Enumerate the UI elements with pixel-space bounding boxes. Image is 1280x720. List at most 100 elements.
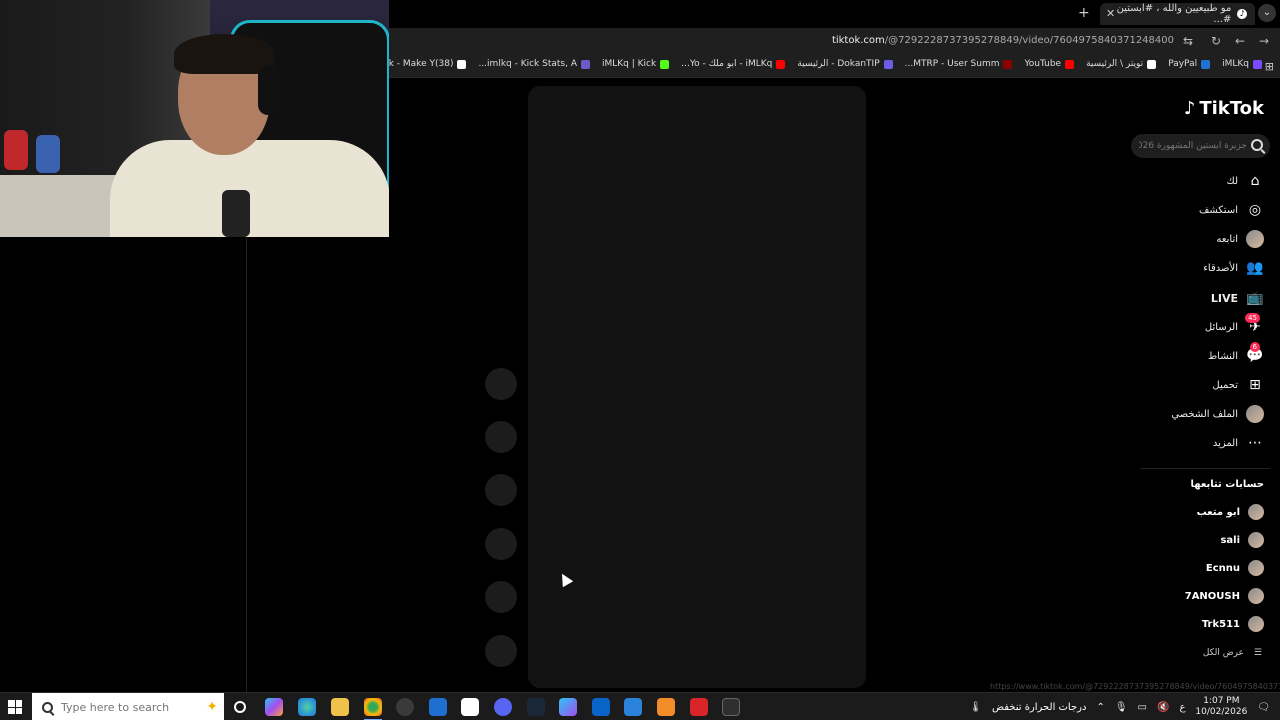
sidebar-item-8[interactable]: ⊞ تحميل xyxy=(1212,376,1264,394)
sidebar-item-5[interactable]: 📺 LIVE xyxy=(1211,289,1264,307)
search-icon[interactable] xyxy=(1251,139,1263,151)
bookmark-item[interactable]: DokanTIP - الرئيسية xyxy=(797,59,893,69)
following-account[interactable]: 7ANOUSH xyxy=(1185,588,1264,604)
thermometer-icon: 🌡 xyxy=(969,701,982,713)
file-explorer-icon[interactable] xyxy=(331,698,349,716)
divider-line xyxy=(246,237,247,692)
task-view-icon[interactable] xyxy=(234,701,246,713)
messages-icon: ✈ 45 xyxy=(1245,313,1264,336)
bookmark-favicon-icon xyxy=(1065,59,1075,69)
bookmark-item[interactable]: MTRP - User Summ... xyxy=(905,59,1013,69)
video-player[interactable] xyxy=(528,86,866,688)
network-icon[interactable]: ▭ xyxy=(1138,702,1147,713)
copilot-app-icon[interactable] xyxy=(265,698,283,716)
following-account[interactable]: sali xyxy=(1220,532,1264,548)
app-icon[interactable] xyxy=(722,698,740,716)
reload-icon[interactable]: ↻ xyxy=(1208,34,1224,48)
sidebar-item-label: استكشف xyxy=(1199,204,1238,216)
see-all-label: عرض الكل xyxy=(1202,648,1244,658)
volume-muted-icon[interactable]: 🔇 xyxy=(1157,702,1169,713)
following-account[interactable]: Ecnnu xyxy=(1206,560,1264,576)
headset xyxy=(258,65,280,115)
notification-badge: 45 xyxy=(1245,313,1260,323)
clock[interactable]: 1:07 PM 10/02/2026 xyxy=(1195,696,1247,718)
system-tray: 🗨 1:07 PM 10/02/2026 ع 🔇 ▭ 🎙 ⌃ درجات الح… xyxy=(969,693,1280,720)
back-icon[interactable]: ← xyxy=(1232,34,1248,48)
sidebar-item-9[interactable]: الملف الشخصي xyxy=(1171,405,1264,423)
url-host: tiktok.com xyxy=(831,35,885,46)
active-tab[interactable]: ♪ مو طبيعيين والله ، #ابستين #... ✕ xyxy=(1100,3,1255,25)
bookmark-favicon-icon xyxy=(883,59,893,69)
weather-text[interactable]: درجات الحرارة تنخفض xyxy=(992,702,1087,713)
apps-grid-icon[interactable]: ⊞ xyxy=(1265,60,1274,73)
search-box[interactable] xyxy=(1131,134,1270,158)
bookmark-favicon-icon xyxy=(1147,59,1157,69)
bookmark-label: PayPal xyxy=(1168,59,1198,69)
site-settings-icon[interactable]: ⇆ xyxy=(1180,34,1196,48)
share-button[interactable] xyxy=(485,528,517,560)
avatar xyxy=(1248,504,1264,520)
bookmark-item[interactable]: iMLKq - ابو ملك - Yo... xyxy=(681,59,786,69)
like-button[interactable] xyxy=(485,368,517,400)
following-account[interactable]: ابو متعب xyxy=(1197,504,1264,520)
bookmark-item[interactable]: PayPal xyxy=(1168,59,1211,69)
copilot-sparkle-icon: ✦ xyxy=(206,699,218,715)
bookmark-favicon-icon xyxy=(581,59,590,69)
tab-search-menu-button[interactable]: ⌄ xyxy=(1258,4,1276,22)
edge-app-icon[interactable] xyxy=(298,698,316,716)
more-actions-button[interactable] xyxy=(485,581,517,613)
bookmark-label: YouTube xyxy=(1024,59,1062,69)
sidebar-item-4[interactable]: 👥 الأصدقاء xyxy=(1203,259,1264,277)
bookmark-label: DokanTIP - الرئيسية xyxy=(797,59,880,69)
tiktok-logo-text: TikTok xyxy=(1199,98,1264,119)
microphone-icon[interactable]: 🎙 xyxy=(1115,702,1128,713)
following-account-name: sali xyxy=(1220,534,1240,546)
windows-start-icon[interactable] xyxy=(8,700,22,714)
comment-button[interactable] xyxy=(485,421,517,453)
taskbar-search-input[interactable] xyxy=(61,700,171,714)
compass-icon: ◎ xyxy=(1246,201,1264,219)
tiktok-logo[interactable]: ♪ TikTok xyxy=(1184,98,1264,119)
forward-icon[interactable]: → xyxy=(1256,34,1272,48)
bookmark-item[interactable]: تويتر \ الرئيسية xyxy=(1086,59,1157,69)
bookmark-item[interactable]: YouTube xyxy=(1024,59,1075,69)
bookmark-favicon-icon xyxy=(1253,59,1262,69)
tiktok-app-icon[interactable] xyxy=(461,698,479,716)
sidebar-item-3[interactable]: اتابعه xyxy=(1216,230,1264,248)
obs-app-icon[interactable] xyxy=(396,698,414,716)
url-field[interactable]: tiktok.com/@7292228737395278849/video/76… xyxy=(832,35,1174,46)
sidebar-item-label: LIVE xyxy=(1210,291,1238,305)
sidebar-item-10[interactable]: ⋯ المزيد xyxy=(1213,434,1264,452)
sidebar-item-1[interactable]: ⌂ لك xyxy=(1227,172,1264,190)
app-icon[interactable] xyxy=(592,698,610,716)
sidebar-item-7[interactable]: 💬 6 النشاط xyxy=(1208,342,1264,365)
following-account[interactable]: Trk511 xyxy=(1202,616,1264,632)
notifications-icon[interactable]: 🗨 xyxy=(1257,702,1270,713)
input-language[interactable]: ع xyxy=(1179,702,1185,713)
copilot-365-app-icon[interactable] xyxy=(559,698,577,716)
close-tab-icon[interactable]: ✕ xyxy=(1106,7,1115,20)
taskbar-search[interactable]: ✦ xyxy=(32,693,224,720)
sidebar-item-6[interactable]: ✈ 45 الرسائل xyxy=(1205,313,1264,336)
bookmark-item[interactable]: iMLKq | Kick xyxy=(602,59,670,69)
app-icon[interactable] xyxy=(690,698,708,716)
app-icon[interactable] xyxy=(624,698,642,716)
see-all-button[interactable]: ☰ عرض الكل xyxy=(1203,648,1262,658)
steam-app-icon[interactable] xyxy=(527,698,545,716)
profile-avatar-icon xyxy=(1246,405,1264,423)
sound-button[interactable] xyxy=(485,635,517,667)
bookmark-item[interactable]: imlkq - Kick Stats, A... xyxy=(478,59,590,69)
sidebar-item-2[interactable]: ◎ استكشف xyxy=(1199,201,1264,219)
tray-overflow-icon[interactable]: ⌃ xyxy=(1096,702,1104,713)
more-icon: ⋯ xyxy=(1246,434,1264,452)
bookmark-button[interactable] xyxy=(485,474,517,506)
avatar xyxy=(1248,560,1264,576)
search-input[interactable] xyxy=(1139,134,1247,158)
bookmark-item[interactable]: iMLKq xyxy=(1222,59,1262,69)
app-icon[interactable] xyxy=(657,698,675,716)
discord-app-icon[interactable] xyxy=(494,698,512,716)
following-account-name: 7ANOUSH xyxy=(1184,590,1240,602)
mail-app-icon[interactable] xyxy=(429,698,447,716)
new-tab-button[interactable]: + xyxy=(1078,5,1090,21)
chrome-app-icon[interactable] xyxy=(364,698,382,716)
